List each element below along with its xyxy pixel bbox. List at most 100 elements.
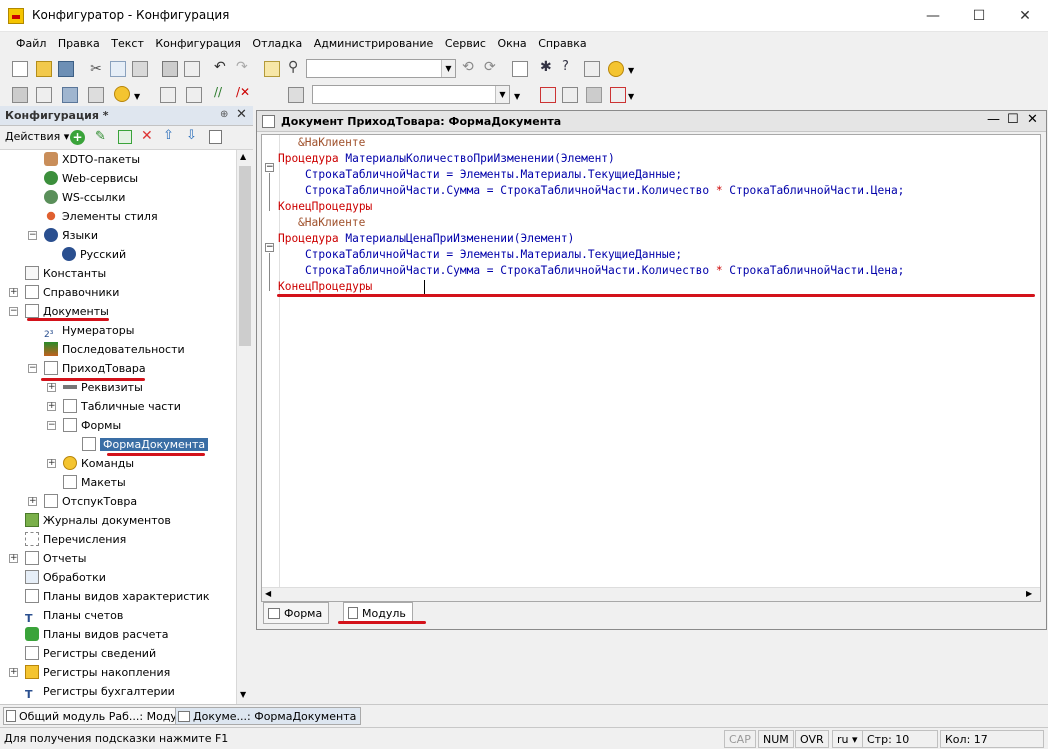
run-debug-icon[interactable] — [114, 86, 130, 102]
expand-icon[interactable]: + — [9, 668, 18, 677]
bookmark-icon[interactable] — [586, 87, 602, 103]
menu-configuration[interactable]: Конфигурация — [151, 33, 245, 55]
chevron-down-icon[interactable]: ▼ — [495, 86, 509, 103]
format-icon[interactable] — [288, 87, 304, 103]
find-previous-icon[interactable]: ⟳ — [484, 59, 500, 75]
window-list-icon[interactable] — [512, 61, 528, 77]
breakpoint-icon[interactable] — [540, 87, 556, 103]
tab-form[interactable]: Форма — [263, 602, 330, 624]
tree-node-chart-of-characteristics[interactable]: Планы видов характеристик — [25, 587, 210, 606]
tree-node-tabular-sections[interactable]: Табличные части — [63, 397, 181, 416]
tree-node-web-services[interactable]: Web-сервисы — [44, 169, 138, 188]
tree-node-prikhod-tovara[interactable]: ПриходТовара — [44, 359, 146, 378]
delete-icon[interactable]: ✕ — [141, 128, 153, 144]
tree-node-templates[interactable]: Макеты — [63, 473, 126, 492]
move-down-icon[interactable]: ⇩ — [186, 128, 197, 143]
expand-icon[interactable]: + — [47, 459, 56, 468]
sort-icon[interactable] — [209, 130, 222, 144]
tree-node-numerators[interactable]: 2³ Нумераторы — [44, 321, 134, 340]
tree-node-languages[interactable]: Языки — [44, 226, 98, 245]
compare-icon[interactable] — [36, 87, 52, 103]
menu-debug[interactable]: Отладка — [248, 33, 306, 55]
toolbar-dropdown-icon[interactable]: ▼ — [628, 66, 644, 82]
copy-icon[interactable] — [110, 61, 126, 77]
maximize-button[interactable]: ☐ — [956, 0, 1002, 32]
tree-node-commands[interactable]: Команды — [63, 454, 134, 473]
toolbar-dropdown-icon[interactable]: ▼ — [628, 92, 644, 108]
maximize-icon[interactable]: ☐ — [1007, 112, 1019, 127]
menu-file[interactable]: Файл — [12, 33, 50, 55]
minimize-icon[interactable]: — — [987, 112, 1000, 127]
info-icon[interactable] — [608, 61, 624, 77]
scroll-up-icon[interactable]: ▲ — [240, 152, 246, 161]
tree-node-catalogs[interactable]: Справочники — [25, 283, 119, 302]
new-document-icon[interactable] — [12, 61, 28, 77]
scroll-left-icon[interactable]: ◀ — [265, 589, 271, 598]
add-icon[interactable]: + — [70, 130, 85, 145]
fold-collapse-icon[interactable]: − — [265, 163, 274, 172]
scroll-right-icon[interactable]: ▶ — [1026, 589, 1032, 598]
task-common-module[interactable]: Общий модуль Раб...: Модуль — [3, 707, 196, 725]
tree-node-style-elements[interactable]: Элементы стиля — [44, 207, 158, 226]
add-child-icon[interactable] — [118, 130, 132, 144]
menu-service[interactable]: Сервис — [441, 33, 490, 55]
tree-node-accounting-registers[interactable]: Т Регистры бухгалтерии — [25, 682, 175, 701]
close-icon[interactable]: ✕ — [236, 107, 247, 122]
redo-icon[interactable]: ↷ — [236, 59, 252, 75]
expand-icon[interactable]: + — [47, 402, 56, 411]
scroll-down-icon[interactable]: ▼ — [240, 690, 246, 699]
task-document-form[interactable]: Докуме...: ФормаДокумента — [175, 707, 362, 725]
configuration-icon[interactable] — [88, 87, 104, 103]
tree-node-info-registers[interactable]: Регистры сведений — [25, 644, 156, 663]
menu-text[interactable]: Текст — [107, 33, 148, 55]
open-folder-icon[interactable] — [36, 61, 52, 77]
horizontal-scrollbar[interactable]: ◀ ▶ — [262, 587, 1040, 601]
procedure-combo[interactable]: ▼ — [312, 85, 510, 104]
step-icon[interactable] — [562, 87, 578, 103]
collapse-icon[interactable]: − — [28, 231, 37, 240]
tree-node-forms[interactable]: Формы — [63, 416, 121, 435]
scroll-thumb[interactable] — [239, 166, 251, 346]
remove-breakpoint-icon[interactable] — [610, 87, 626, 103]
search-combo[interactable]: ▼ — [306, 59, 456, 78]
tree-node-otspuk-tovra[interactable]: ОтспукТовра — [44, 492, 137, 511]
collapse-icon[interactable]: − — [28, 364, 37, 373]
tree-node-chart-of-calculation[interactable]: Планы видов расчета — [25, 625, 169, 644]
move-up-icon[interactable]: ⇧ — [163, 128, 174, 143]
module-icon[interactable] — [160, 87, 176, 103]
tree-node-forma-dokumenta[interactable]: ФормаДокумента — [82, 435, 209, 454]
comment-icon[interactable]: // — [214, 85, 230, 101]
update-db-icon[interactable] — [62, 87, 78, 103]
tree-node-enums[interactable]: Перечисления — [25, 530, 126, 549]
search-icon[interactable]: ⚲ — [288, 59, 304, 75]
expand-icon[interactable]: + — [28, 497, 37, 506]
menu-administration[interactable]: Администрирование — [310, 33, 438, 55]
undo-icon[interactable]: ↶ — [214, 59, 230, 75]
tree-node-sequences[interactable]: Последовательности — [44, 340, 185, 359]
expand-icon[interactable]: + — [9, 554, 18, 563]
tree-node-ws-links[interactable]: WS-ссылки — [44, 188, 125, 207]
tree-node-reports[interactable]: Отчеты — [25, 549, 86, 568]
procedures-list-icon[interactable] — [186, 87, 202, 103]
find-next-icon[interactable]: ⟲ — [462, 59, 478, 75]
expand-icon[interactable]: + — [47, 383, 56, 392]
tree-node-data-processors[interactable]: Обработки — [25, 568, 106, 587]
menu-windows[interactable]: Окна — [493, 33, 530, 55]
actions-menu[interactable]: Действия ▾ — [5, 130, 69, 143]
collapse-icon[interactable]: − — [47, 421, 56, 430]
uncomment-icon[interactable]: /✕ — [236, 85, 252, 101]
syntax-helper-icon[interactable] — [584, 61, 600, 77]
db-icon[interactable] — [12, 87, 28, 103]
print-icon[interactable] — [162, 61, 178, 77]
tree-node-russian[interactable]: Русский — [62, 245, 126, 264]
edit-icon[interactable]: ✎ — [95, 129, 106, 144]
wizard-icon[interactable]: ✱ — [540, 59, 556, 75]
find-in-list-icon[interactable] — [264, 61, 280, 77]
close-button[interactable]: ✕ — [1002, 0, 1048, 32]
menu-edit[interactable]: Правка — [54, 33, 104, 55]
tree-scrollbar[interactable]: ▲ ▼ — [236, 150, 253, 704]
print-preview-icon[interactable] — [184, 61, 200, 77]
collapse-icon[interactable]: − — [9, 307, 18, 316]
chevron-down-icon[interactable]: ▼ — [441, 60, 455, 77]
tree-node-constants[interactable]: Константы — [25, 264, 106, 283]
